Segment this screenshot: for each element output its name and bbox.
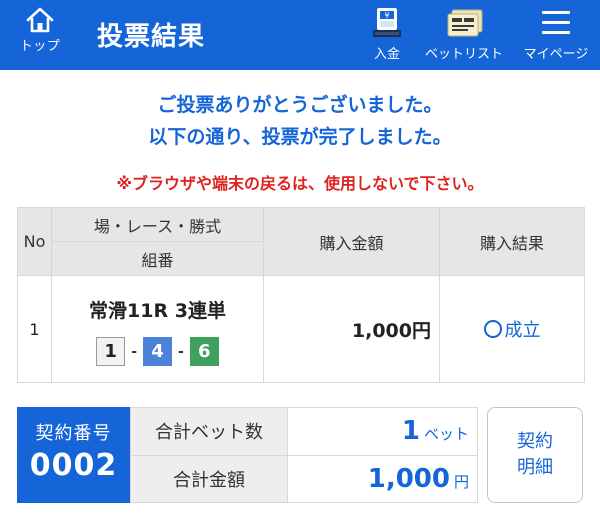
total-amount-unit: 円 bbox=[453, 472, 469, 491]
total-amount-label: 合計金額 bbox=[130, 454, 288, 503]
header-combo: 組番 bbox=[51, 241, 264, 276]
my-page-button[interactable]: マイページ bbox=[516, 6, 596, 66]
deposit-icon: ¥ bbox=[373, 8, 401, 37]
contract-label: 契約番号 bbox=[35, 423, 112, 444]
combo-separator: - bbox=[131, 343, 137, 360]
purchase-amount: 1,000円 bbox=[263, 275, 440, 383]
deposit-button[interactable]: ¥ 入金 bbox=[362, 6, 412, 66]
combination: 1 - 4 - 6 bbox=[52, 337, 263, 366]
race-name: 常滑11R 3連単 bbox=[89, 300, 226, 322]
home-button[interactable]: トップ bbox=[10, 4, 70, 66]
race-cell: 常滑11R 3連単 1 - 4 - 6 bbox=[51, 275, 264, 383]
total-bets-label: 合計ベット数 bbox=[130, 407, 288, 456]
header-no: No bbox=[17, 207, 52, 276]
purchase-result: 成立 bbox=[439, 275, 585, 383]
total-amount-cell: 1,000 円 bbox=[287, 454, 478, 503]
success-circle-icon bbox=[483, 320, 502, 338]
home-label: トップ bbox=[19, 39, 61, 54]
detail-button-line2: 明細 bbox=[517, 457, 553, 478]
ticket-list-icon bbox=[447, 9, 483, 37]
header-result: 購入結果 bbox=[439, 207, 585, 276]
header-race: 場・レース・勝式 bbox=[51, 207, 264, 242]
deposit-label: 入金 bbox=[373, 47, 400, 62]
svg-text:¥: ¥ bbox=[384, 11, 389, 20]
detail-button-line1: 契約 bbox=[517, 430, 553, 452]
page-title: 投票結果 bbox=[97, 22, 206, 52]
back-button-warning: ※ブラウザや端末の戻るは、使用しないで下さい。 bbox=[116, 174, 484, 193]
combo-separator: - bbox=[178, 343, 184, 360]
total-amount-value: 1,000 bbox=[367, 463, 450, 494]
boat-number-1st: 1 bbox=[96, 337, 126, 366]
boat-number-3rd: 6 bbox=[189, 337, 219, 366]
completion-message: 以下の通り、投票が完了しました。 bbox=[148, 126, 452, 148]
total-bets-unit: ベット bbox=[423, 425, 469, 444]
total-bets-value: 1 bbox=[401, 416, 420, 447]
contract-number: 0002 bbox=[29, 448, 118, 483]
bet-list-label: ベットリスト bbox=[424, 47, 503, 62]
row-number: 1 bbox=[17, 275, 52, 383]
home-icon bbox=[26, 7, 54, 33]
my-page-label: マイページ bbox=[523, 47, 589, 62]
contract-detail-button[interactable]: 契約 明細 bbox=[487, 407, 583, 503]
app-header: トップ 投票結果 ¥ 入金 ベットリスト マイページ bbox=[0, 0, 600, 70]
contract-number-box: 契約番号 0002 bbox=[17, 407, 130, 503]
boat-number-2nd: 4 bbox=[143, 337, 172, 366]
result-label: 成立 bbox=[504, 320, 541, 341]
menu-icon bbox=[542, 11, 570, 34]
bet-results-table: No 場・レース・勝式 購入金額 購入結果 組番 1 常滑11R 3連単 1 -… bbox=[17, 207, 585, 383]
thanks-message: ご投票ありがとうございました。 bbox=[157, 94, 443, 116]
table-row: 1 常滑11R 3連単 1 - 4 - 6 1,000円 成立 bbox=[17, 275, 585, 383]
summary-table: 合計ベット数 1 ベット 合計金額 1,000 円 bbox=[130, 407, 478, 503]
total-bets-cell: 1 ベット bbox=[287, 407, 478, 456]
bet-list-button[interactable]: ベットリスト bbox=[422, 6, 506, 66]
header-amount: 購入金額 bbox=[263, 207, 440, 276]
